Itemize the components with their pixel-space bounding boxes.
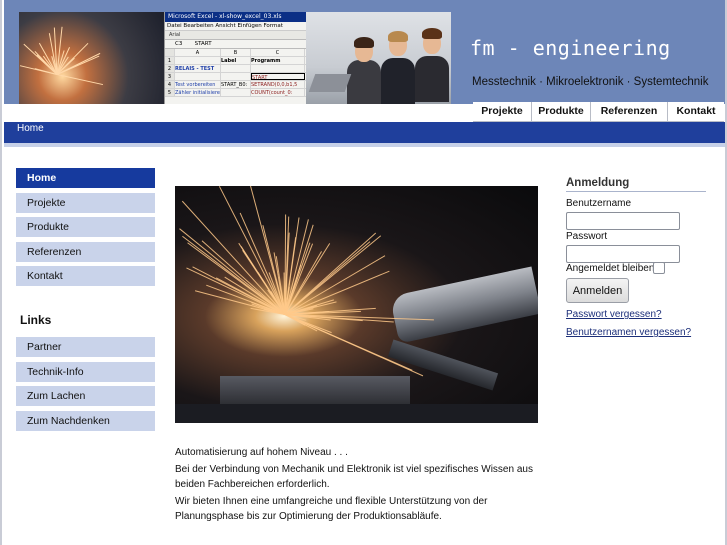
excel-cell: Test vorbereiten	[175, 81, 221, 88]
top-navigation: Projekte Produkte Referenzen Kontakt	[473, 102, 724, 122]
business-people-thumbnail	[306, 12, 451, 104]
sidebar-item-projekte[interactable]: Projekte	[16, 193, 155, 213]
excel-row: 4 Test vorbereiten START_B0: SETRAND(0,0…	[165, 81, 306, 89]
header-banner: Microsoft Excel - xl-show_excel_03.xls D…	[4, 0, 725, 104]
excel-menu-bar: Datei Bearbeiten Ansicht Einfügen Format	[165, 22, 306, 31]
forgot-password-link[interactable]: Passwort vergessen?	[566, 309, 662, 320]
excel-row: 5 Zähler initialisieren COUNT(count_0:	[165, 89, 306, 97]
sidebar-link-zum-nachdenken[interactable]: Zum Nachdenken	[16, 411, 155, 431]
login-title: Anmeldung	[566, 177, 706, 192]
excel-formula-bar: C3 START	[165, 40, 306, 49]
links-heading: Links	[20, 313, 52, 327]
excel-column-header: A B C	[165, 49, 306, 57]
sidebar-link-partner[interactable]: Partner	[16, 337, 155, 357]
excel-toolbar: Arial	[165, 31, 306, 40]
laptop-icon	[308, 74, 352, 92]
excel-cell: START	[251, 73, 305, 80]
topnav-produkte[interactable]: Produkte	[531, 102, 590, 122]
excel-cell: 3	[165, 73, 175, 80]
excel-cell: 1	[165, 57, 175, 64]
sidebar-item-produkte[interactable]: Produkte	[16, 217, 155, 237]
password-label: Passwort	[566, 231, 608, 242]
username-input[interactable]	[566, 212, 680, 230]
excel-cell	[175, 73, 221, 80]
topnav-referenzen[interactable]: Referenzen	[590, 102, 667, 122]
excel-col: A	[175, 49, 221, 56]
breadcrumb-bar: Home	[4, 122, 725, 147]
main-paragraph-1: Bei der Verbindung von Mechanik und Elek…	[175, 464, 533, 490]
excel-cell	[251, 65, 305, 72]
brand-title: fm - engineering	[470, 36, 671, 60]
topnav-projekte[interactable]: Projekte	[473, 102, 531, 122]
excel-row: 1 Label Programm	[165, 57, 306, 65]
excel-screenshot-thumbnail: Microsoft Excel - xl-show_excel_03.xls D…	[164, 12, 306, 104]
excel-cell: RELAIS - TEST	[175, 65, 221, 72]
main-tagline: Automatisierung auf hohem Niveau . . .	[175, 447, 348, 458]
excel-cell: START_B0:	[221, 81, 251, 88]
excel-cell: COUNT(count_0:	[251, 89, 305, 96]
excel-cell: 5	[165, 89, 175, 96]
excel-col	[165, 49, 175, 56]
password-input[interactable]	[566, 245, 680, 263]
topnav-kontakt[interactable]: Kontakt	[667, 102, 724, 122]
excel-cell: 2	[165, 65, 175, 72]
spark-streak	[218, 186, 286, 315]
excel-cell: Zähler initialisieren	[175, 89, 221, 96]
excel-cell: SETRAND(0,0,b1,5	[251, 81, 305, 88]
login-button[interactable]: Anmelden	[566, 278, 629, 303]
brand-subtitle: Messtechnik · Mikroelektronik · Systemte…	[472, 76, 709, 88]
main-paragraph-2: Wir bieten Ihnen eine umfangreiche und f…	[175, 496, 488, 522]
robot-arm-shape	[389, 266, 538, 344]
excel-row: 2 RELAIS - TEST	[165, 65, 306, 73]
sidebar-link-zum-lachen[interactable]: Zum Lachen	[16, 386, 155, 406]
welding-robot-thumbnail	[19, 12, 164, 104]
excel-cell: Label	[221, 57, 251, 64]
checkbox-empty-icon[interactable]	[653, 262, 665, 274]
page: Microsoft Excel - xl-show_excel_03.xls D…	[0, 0, 727, 545]
excel-cell: Programm	[251, 57, 305, 64]
welding-sparks-image	[175, 186, 538, 423]
excel-col: B	[221, 49, 251, 56]
sidebar-item-kontakt[interactable]: Kontakt	[16, 266, 155, 286]
workbench-shape	[220, 376, 410, 406]
sidebar-item-referenzen[interactable]: Referenzen	[16, 242, 155, 262]
breadcrumb-home[interactable]: Home	[17, 123, 44, 134]
excel-cell	[221, 89, 251, 96]
excel-formula-value: START	[194, 41, 212, 47]
excel-cell	[221, 65, 251, 72]
excel-col: C	[251, 49, 305, 56]
excel-cell	[175, 57, 221, 64]
sidebar-link-technik-info[interactable]: Technik-Info	[16, 362, 155, 382]
sidebar-item-home[interactable]: Home	[16, 168, 155, 188]
excel-grid: A B C 1 Label Programm 2 RELAIS - TEST 3…	[165, 49, 306, 97]
excel-cell	[221, 73, 251, 80]
person-figure	[412, 16, 451, 104]
spark-streak	[56, 74, 104, 86]
remember-label: Angemeldet bleiben	[566, 263, 655, 274]
floor-shape	[175, 404, 538, 423]
excel-cell: 4	[165, 81, 175, 88]
excel-window-title: Microsoft Excel - xl-show_excel_03.xls	[165, 12, 306, 22]
excel-row: 3 START	[165, 73, 306, 81]
username-label: Benutzername	[566, 198, 632, 209]
excel-cell-ref: C3	[175, 41, 183, 47]
forgot-username-link[interactable]: Benutzernamen vergessen?	[566, 327, 691, 338]
